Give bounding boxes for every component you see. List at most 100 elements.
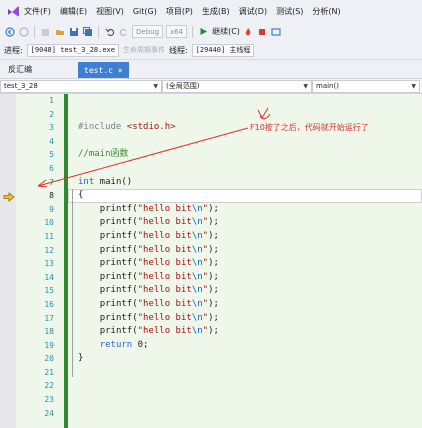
menu-project[interactable]: 项目(P) — [166, 6, 193, 17]
toolbar-separator — [192, 25, 194, 38]
new-project-icon[interactable] — [40, 26, 51, 37]
code-line[interactable]: 17 printf("hello bit\n"); — [16, 312, 422, 326]
navigate-forward-icon[interactable] — [18, 26, 29, 37]
menu-debug[interactable]: 调试(D) — [239, 6, 267, 17]
thread-label: 线程: — [169, 45, 188, 55]
code-token-rest: 0; — [132, 339, 149, 350]
code-line[interactable]: 10 printf("hello bit\n"); — [16, 216, 422, 230]
code-line[interactable]: 21 — [16, 366, 422, 380]
save-icon[interactable] — [68, 26, 79, 37]
process-dropdown[interactable]: [9048] test_3_28.exe — [26, 43, 119, 57]
project-dropdown[interactable]: test_3_28 ▼ — [0, 79, 162, 93]
menu-view[interactable]: 视图(V) — [96, 6, 124, 17]
code-token-str: "hello bit — [137, 230, 192, 241]
code-line[interactable]: 1 — [16, 94, 422, 108]
code-token-esc: \n — [191, 271, 203, 282]
code-token-esc: \n — [191, 298, 203, 309]
menu-edit[interactable]: 编辑(E) — [60, 6, 87, 17]
line-number: 7 — [49, 177, 54, 187]
continue-button[interactable]: 继续(C) — [212, 26, 240, 37]
code-token-indent — [78, 313, 100, 323]
code-line[interactable]: 22 — [16, 379, 422, 393]
code-token-esc: \n — [191, 312, 203, 323]
code-text: { — [78, 189, 83, 203]
chevron-down-icon: ▼ — [153, 82, 158, 90]
toolbar-red-icon[interactable] — [257, 26, 268, 37]
tab-test-c[interactable]: test.c × — [78, 62, 129, 78]
thread-dropdown[interactable]: [29440] 主线程 — [191, 43, 255, 57]
hot-reload-flame-icon[interactable] — [243, 26, 254, 37]
scope-dropdown[interactable]: (全局范围) ▼ — [162, 79, 312, 93]
code-text: int main() — [78, 176, 132, 190]
code-token-indent — [78, 340, 100, 350]
solution-configuration-dropdown[interactable]: Debug — [132, 25, 164, 38]
code-token-esc: \n — [191, 258, 203, 269]
breakpoint-margin[interactable] — [0, 94, 16, 428]
tab-disassembly[interactable]: 反汇编 — [0, 61, 40, 78]
code-token-rest: } — [78, 353, 84, 364]
code-line[interactable]: 24 — [16, 407, 422, 421]
line-number: 10 — [44, 218, 54, 228]
menu-test[interactable]: 测试(S) — [276, 6, 303, 17]
code-line[interactable]: 9 printf("hello bit\n"); — [16, 203, 422, 217]
code-line[interactable]: 20} — [16, 352, 422, 366]
menu-bar: 文件(F) 编辑(E) 视图(V) Git(G) 项目(P) 生成(B) 调试(… — [0, 0, 422, 22]
open-folder-icon[interactable] — [54, 26, 65, 37]
code-token-rest: main() — [94, 176, 133, 187]
code-line[interactable]: 15 printf("hello bit\n"); — [16, 284, 422, 298]
code-line[interactable]: 2 — [16, 108, 422, 122]
toolbar-window-icon[interactable] — [271, 26, 282, 37]
save-all-icon[interactable] — [82, 26, 93, 37]
code-token-esc: \n — [191, 326, 203, 337]
code-line[interactable]: 8{ — [16, 189, 422, 203]
menu-analyze[interactable]: 分析(N) — [312, 6, 340, 17]
code-line[interactable]: 6 — [16, 162, 422, 176]
code-line[interactable]: 5 //main函数 — [16, 148, 422, 162]
continue-play-icon[interactable] — [198, 26, 209, 37]
code-token-kw: return — [99, 339, 133, 350]
redo-icon[interactable] — [118, 26, 129, 37]
menu-file[interactable]: 文件(F) — [24, 6, 51, 17]
line-number: 16 — [44, 299, 54, 309]
code-token-pp: #include — [78, 122, 127, 133]
code-token-str: "hello bit — [137, 203, 192, 214]
code-line[interactable]: 12 printf("hello bit\n"); — [16, 244, 422, 258]
line-number: 21 — [44, 367, 54, 377]
code-line[interactable]: 14 printf("hello bit\n"); — [16, 271, 422, 285]
code-text: printf("hello bit\n"); — [78, 257, 219, 271]
code-token-esc: \n — [191, 230, 203, 241]
code-token-str: "hello bit — [137, 298, 192, 309]
line-number: 12 — [44, 245, 54, 255]
function-dropdown[interactable]: main() ▼ — [312, 79, 420, 93]
line-number: 14 — [44, 272, 54, 282]
code-text: printf("hello bit\n"); — [78, 230, 219, 244]
menu-build[interactable]: 生成(B) — [202, 6, 230, 17]
toolbar-separator — [98, 25, 99, 38]
code-token-str: "hello bit — [137, 285, 192, 296]
solution-platform-dropdown[interactable]: x64 — [166, 25, 188, 38]
line-number: 9 — [49, 204, 54, 214]
code-line[interactable]: 11 printf("hello bit\n"); — [16, 230, 422, 244]
code-token-esc: \n — [191, 217, 203, 228]
code-token-str: "hello bit — [137, 326, 192, 337]
line-number: 17 — [44, 313, 54, 323]
code-line[interactable]: 19 return 0; — [16, 339, 422, 353]
code-line[interactable]: 18 printf("hello bit\n"); — [16, 325, 422, 339]
code-token-esc: \n — [191, 244, 203, 255]
lifecycle-events-dropdown[interactable]: 生命周期事件 — [123, 45, 165, 55]
code-token-rest: { — [78, 190, 84, 201]
menu-git[interactable]: Git(G) — [133, 7, 157, 16]
close-tab-icon[interactable]: × — [118, 66, 123, 75]
code-line[interactable]: 4 — [16, 135, 422, 149]
code-line[interactable]: 23 — [16, 393, 422, 407]
code-token-end: ); — [208, 217, 219, 228]
line-number: 23 — [44, 395, 54, 405]
undo-icon[interactable] — [104, 26, 115, 37]
code-token-fn: printf( — [99, 298, 138, 309]
navigate-back-icon[interactable] — [4, 26, 15, 37]
code-line[interactable]: 16 printf("hello bit\n"); — [16, 298, 422, 312]
code-line[interactable]: 7 int main() — [16, 176, 422, 190]
code-editor[interactable]: 1 2 3 #include <stdio.h> 4 5//main函数 6 7 int mai… — [0, 94, 422, 428]
code-line[interactable]: 13 printf("hello bit\n"); — [16, 257, 422, 271]
code-token-end: ); — [208, 285, 219, 296]
